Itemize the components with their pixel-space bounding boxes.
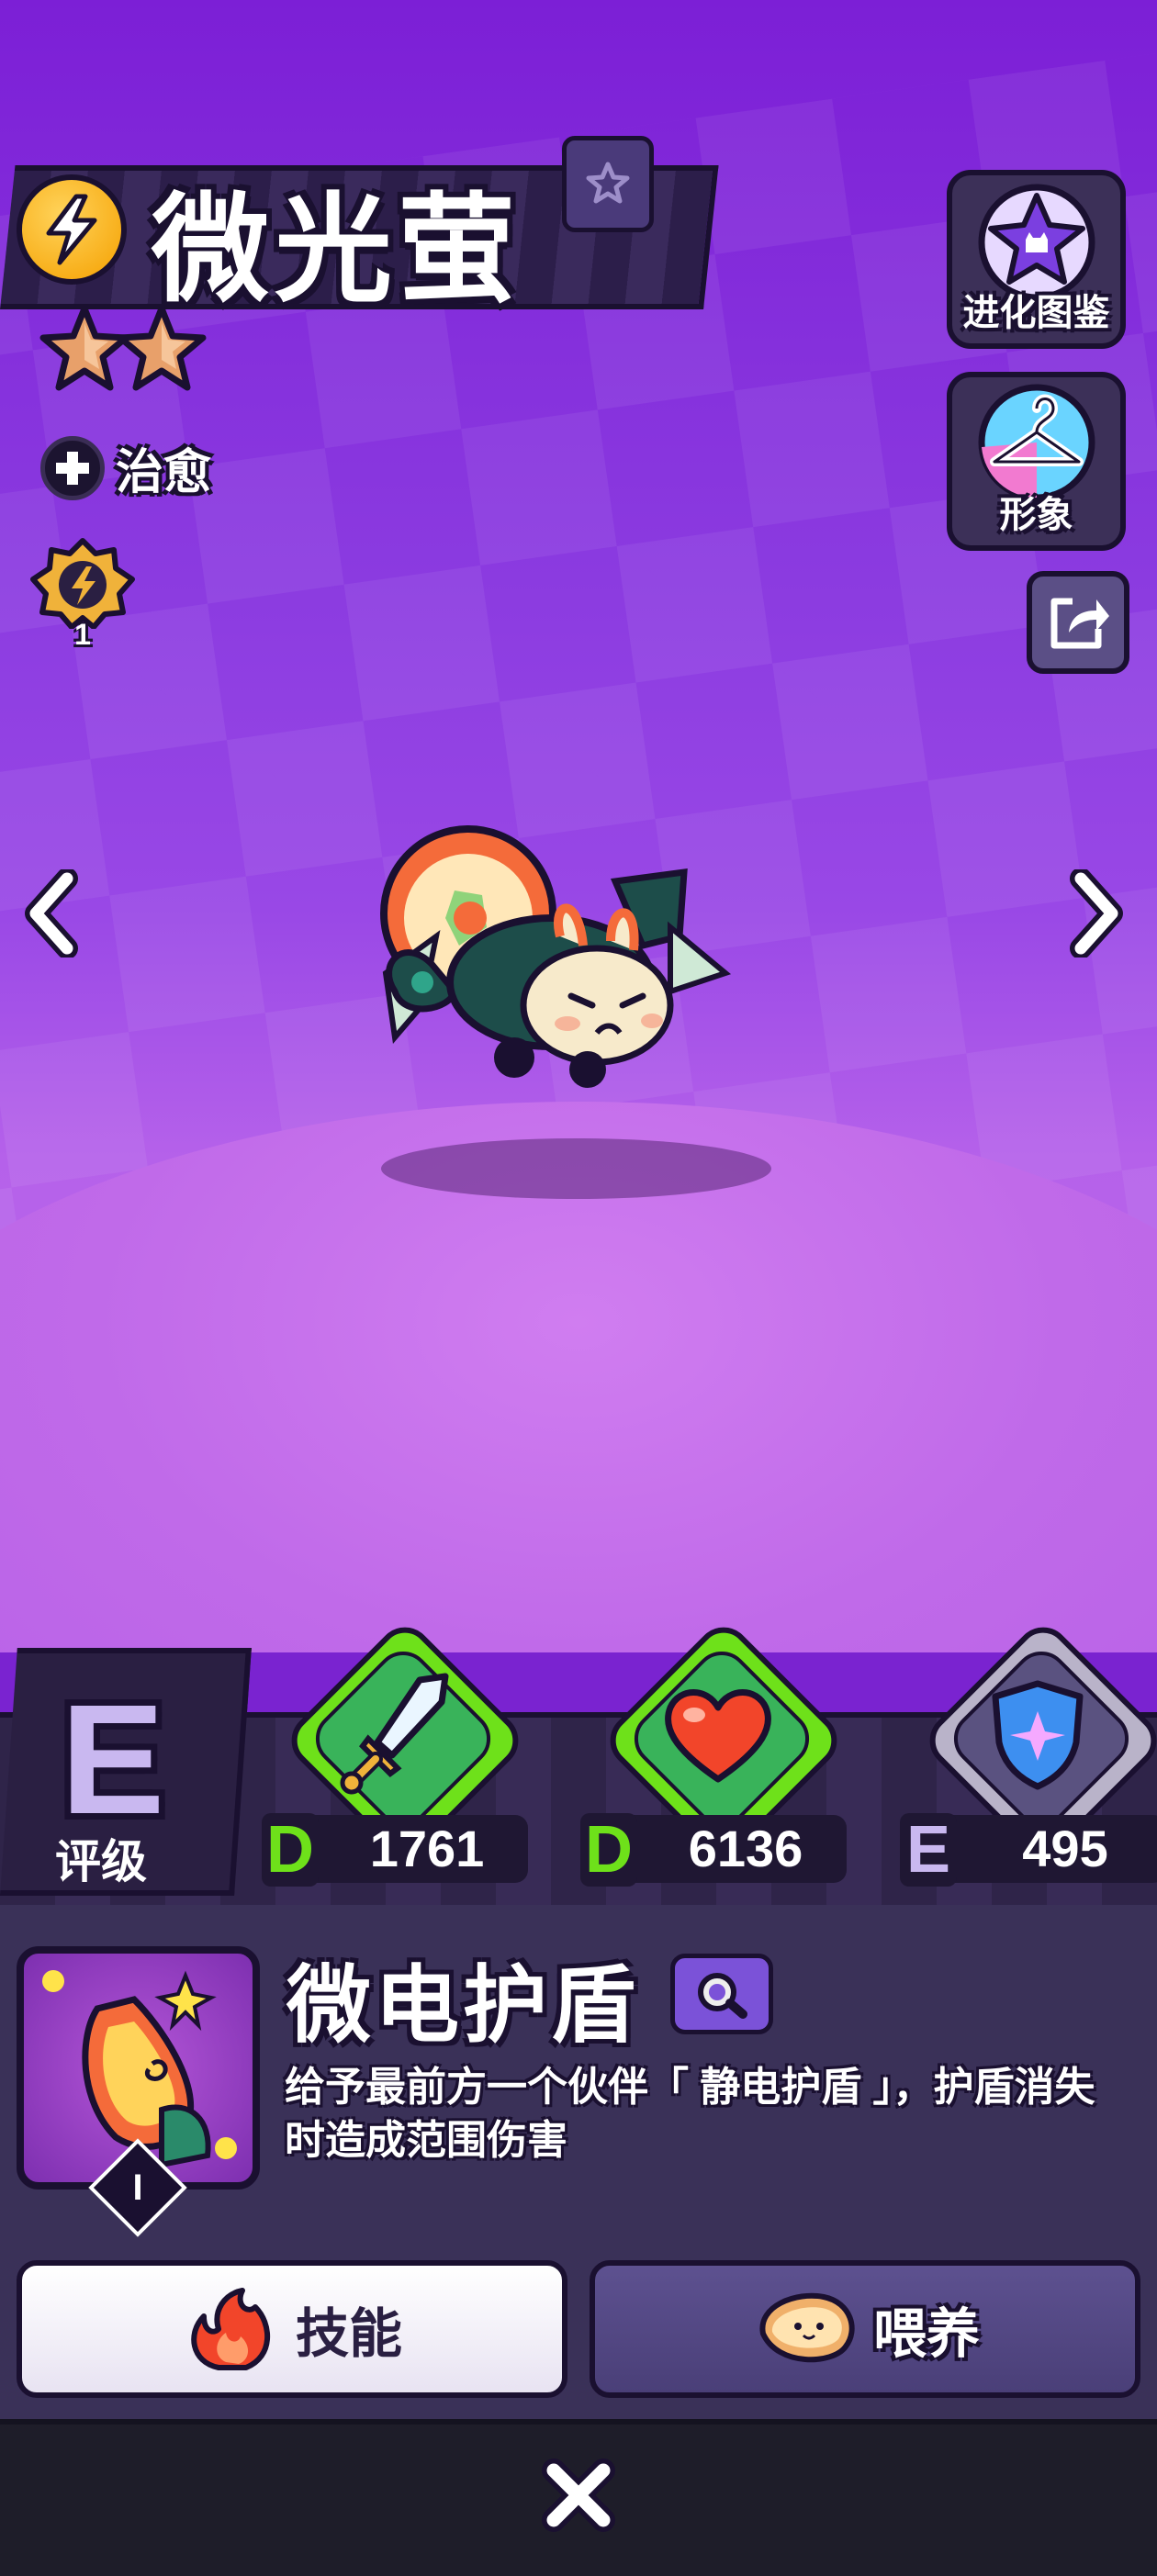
pet-firefly-illustration[interactable] — [367, 808, 762, 1138]
skill-detail-button[interactable] — [670, 1954, 773, 2034]
level-number: 1 — [74, 618, 91, 651]
skill-description: 给予最前方一个伙伴「 静电护盾 」，护盾消失时造成范围伤害 — [285, 2065, 1095, 2163]
shield-icon — [992, 1680, 1084, 1790]
overall-grade-label: 评级 — [55, 1836, 147, 1887]
bookmark-star-icon — [586, 162, 630, 203]
sword-icon — [340, 1673, 449, 1795]
close-icon — [542, 2458, 615, 2532]
magnifier-icon — [698, 1973, 747, 2019]
pet-shadow — [381, 1138, 771, 1199]
star-icon — [117, 305, 207, 391]
attack-value: 1761 — [298, 1815, 528, 1883]
chevron-right-icon — [1070, 869, 1123, 958]
attack-grade: D — [262, 1813, 319, 1887]
chevron-left-icon — [25, 869, 78, 958]
lightning-badge-icon — [30, 538, 135, 630]
next-pet-button[interactable] — [1063, 868, 1128, 959]
fire-icon — [191, 2288, 270, 2370]
appearance-label: 形象 — [999, 495, 1073, 535]
tab-feed[interactable]: 喂养 — [590, 2260, 1140, 2398]
tab-skill[interactable]: 技能 — [17, 2260, 567, 2398]
health-grade: D — [580, 1813, 637, 1887]
previous-pet-button[interactable] — [20, 868, 84, 959]
lightning-icon — [46, 194, 97, 265]
share-icon — [1050, 598, 1109, 649]
favorite-bookmark-button[interactable] — [562, 136, 654, 232]
trait-tag[interactable]: 治愈 — [40, 433, 211, 502]
pet-name: 微光萤 — [152, 185, 522, 316]
health-value: 6136 — [617, 1815, 847, 1883]
defense-value: 495 — [937, 1815, 1157, 1883]
evolution-guide-label: 进化图鉴 — [962, 293, 1110, 333]
tab-skill-label: 技能 — [295, 2304, 402, 2364]
health-stat[interactable]: 6136 D — [580, 1616, 856, 1891]
evolution-guide-button[interactable]: 进化图鉴 — [947, 170, 1126, 349]
skill-name: 微电护盾 — [286, 1959, 640, 2053]
tab-feed-label: 喂养 — [872, 2304, 980, 2364]
overall-grade-letter: E — [61, 1673, 165, 1847]
defense-stat[interactable]: 495 E — [900, 1616, 1157, 1891]
trait-label: 治愈 — [116, 446, 212, 499]
bread-icon — [759, 2292, 855, 2363]
level-badge[interactable]: 1 — [28, 537, 138, 656]
element-type-icon[interactable] — [17, 174, 127, 285]
attack-stat[interactable]: 1761 D — [262, 1616, 537, 1891]
share-button[interactable] — [1027, 571, 1129, 674]
heal-cross-icon — [40, 435, 105, 500]
rarity-stars — [39, 303, 208, 395]
close-button[interactable] — [533, 2449, 624, 2541]
heart-icon — [665, 1689, 771, 1783]
appearance-button[interactable]: 形象 — [947, 372, 1126, 551]
defense-grade: E — [900, 1813, 957, 1887]
